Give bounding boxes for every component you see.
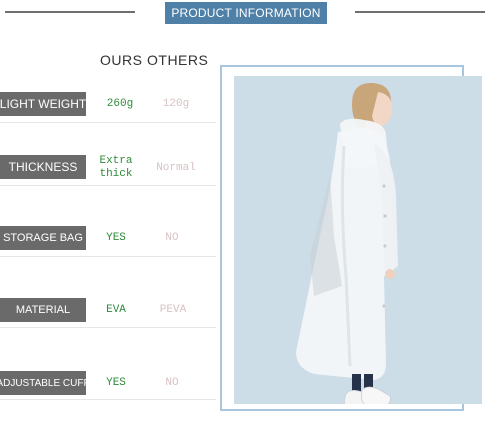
row-ours-light-weight: 260g [106,98,134,110]
row-ours-storage-bag: YES [106,232,126,244]
row-others-adjustable-cuff: NO [165,377,179,389]
row-label-storage-bag: STORAGE BAG [0,226,86,250]
row-ours-material: EVA [106,304,126,316]
row-ours-adjustable-cuff: YES [106,377,126,389]
header-rule-left [5,11,135,13]
row-label-thickness: THICKNESS [0,155,86,179]
row-label-material: MATERIAL [0,298,86,322]
page-title: PRODUCT INFORMATION [165,2,327,24]
row-others-storage-bag: NO [165,232,179,244]
row-others-thickness: Normal [156,162,196,174]
row-ours-thickness: Extra thick [99,155,133,180]
product-photo [234,76,482,404]
row-label-adjustable-cuff: ADJUSTABLE CUFF [0,371,90,395]
row-divider [0,256,216,257]
column-header-ours: OURS [100,52,143,68]
row-divider [0,399,216,400]
row-label-light-weight: LIGHT WEIGHT [0,92,86,116]
row-divider [0,185,216,186]
header-rule-right [355,11,485,13]
row-others-material: PEVA [159,304,187,316]
row-others-light-weight: 120g [162,98,190,110]
row-divider [0,327,216,328]
row-divider [0,122,216,123]
column-header-others: OTHERS [147,52,209,68]
model-in-raincoat-illustration [296,82,398,404]
